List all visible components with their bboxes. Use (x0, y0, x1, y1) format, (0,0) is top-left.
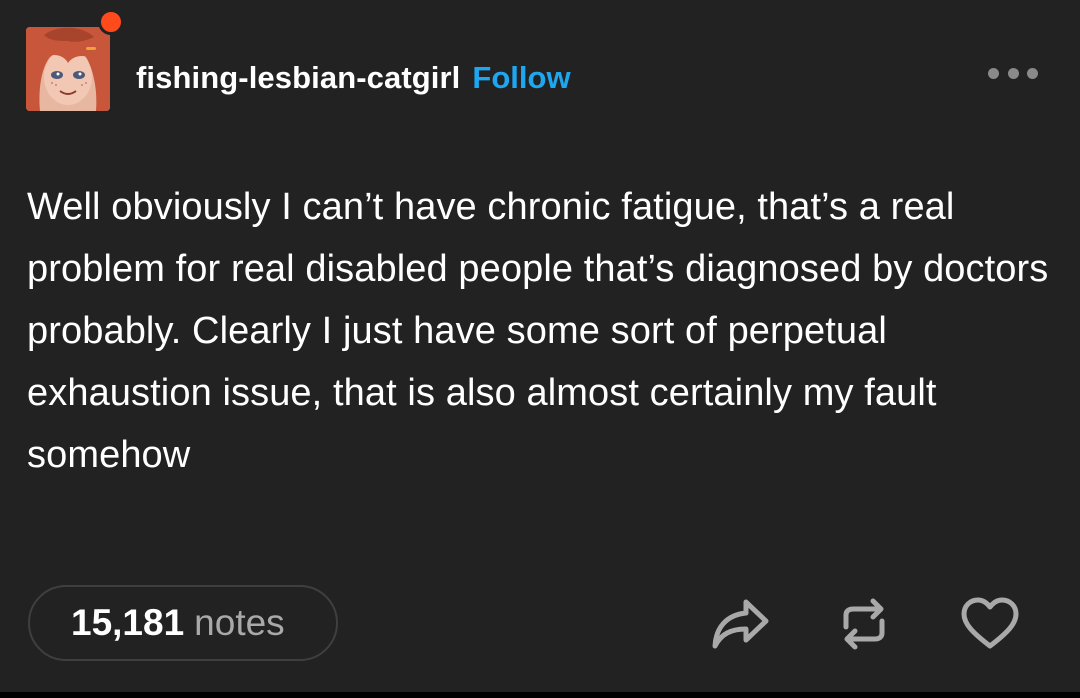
follow-button[interactable]: Follow (472, 60, 570, 96)
notes-label: notes (194, 602, 285, 643)
heart-icon (961, 597, 1019, 649)
blog-name-link[interactable]: fishing-lesbian-catgirl (136, 60, 460, 96)
post-header: fishing-lesbian-catgirl Follow (136, 58, 571, 98)
notification-dot (98, 9, 124, 35)
dot (988, 67, 999, 79)
dot (1027, 67, 1038, 79)
post-text: Well obviously I can’t have chronic fati… (27, 186, 1049, 476)
share-icon (712, 599, 769, 649)
more-options-icon[interactable] (988, 62, 1038, 84)
notes-button[interactable]: 15,181 notes (28, 585, 338, 661)
avatar[interactable] (26, 27, 110, 111)
like-button[interactable] (956, 592, 1024, 656)
avatar-image (26, 27, 110, 111)
reblog-icon (843, 598, 885, 650)
post-card: fishing-lesbian-catgirl Follow Well obvi… (0, 0, 1080, 692)
dot (1007, 67, 1019, 79)
share-button[interactable] (706, 592, 774, 656)
reblog-button[interactable] (830, 592, 898, 656)
notes-count: 15,181 (71, 602, 185, 643)
